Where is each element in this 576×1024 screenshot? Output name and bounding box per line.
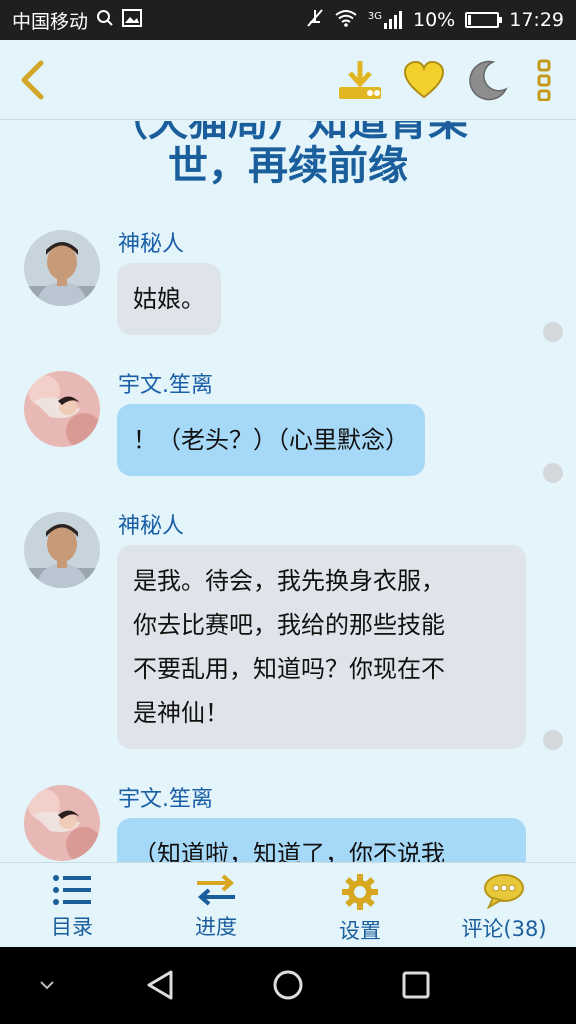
recents-nav-button[interactable] [396, 965, 436, 1005]
clock: 17:29 [509, 9, 564, 31]
mute-icon [306, 8, 324, 33]
system-navigation-bar [0, 947, 576, 1024]
sender-name: 神秘人 [118, 232, 185, 257]
nav-label: 设置 [339, 919, 381, 943]
collapse-button[interactable] [27, 965, 67, 1005]
message-bubble[interactable]: 是我。待会，我先换身衣服， 你去比赛吧，我给的那些技能 不要乱用，知道吗？你现在… [117, 545, 526, 749]
back-button[interactable] [8, 56, 56, 104]
sender-name: 宇文.笙离 [118, 787, 213, 812]
download-button[interactable] [336, 56, 384, 104]
nav-comments[interactable]: 评论(38) [432, 863, 576, 947]
nav-label: 进度 [195, 915, 237, 939]
search-status-icon [96, 9, 114, 32]
nav-label: 评论(38) [461, 917, 547, 941]
chapter-title-line2: 世，再续前缘 [168, 143, 408, 189]
nav-label: 目录 [51, 915, 93, 939]
circle-home-icon [273, 970, 303, 1000]
list-icon [53, 875, 91, 905]
night-mode-button[interactable] [464, 56, 512, 104]
network-type: 3G [367, 11, 382, 22]
more-button[interactable] [520, 56, 568, 104]
status-bar: 中国移动 3G 10% 17:29 [0, 0, 576, 40]
moon-icon [469, 60, 508, 101]
message-line: 不要乱用，知道吗？你现在不 [133, 655, 445, 683]
home-nav-button[interactable] [268, 965, 308, 1005]
sender-name: 宇文.笙离 [118, 373, 213, 398]
download-icon [339, 61, 381, 99]
back-icon [21, 60, 44, 100]
signal-icon: 3G [368, 11, 403, 29]
avatar[interactable] [24, 371, 100, 447]
reader-toolbar [0, 40, 576, 120]
message-dot[interactable] [543, 463, 563, 483]
chapter-title-line1: （天猫局）知道青果 [108, 121, 468, 145]
message-dot[interactable] [543, 322, 563, 342]
avatar[interactable] [24, 230, 100, 306]
avatar[interactable] [24, 785, 100, 861]
message-bubble[interactable]: 姑娘。 [117, 263, 221, 335]
back-nav-button[interactable] [140, 965, 180, 1005]
message-line: 你去比赛吧，我给的那些技能 [133, 611, 445, 639]
chat-icon [484, 874, 524, 909]
square-recents-icon [402, 971, 430, 999]
message-bubble[interactable]: ！（老头？）（心里默念） [117, 404, 425, 476]
battery-icon [465, 12, 503, 28]
arrows-icon [197, 874, 235, 906]
chat-content[interactable]: （天猫局）知道青果 世，再续前缘 神秘人 姑娘。 宇文.笙离 ！（老头？）（心里… [0, 121, 576, 862]
bottom-nav: 目录 进度 设置 评论(38) [0, 862, 576, 947]
gear-icon [342, 874, 378, 910]
chevron-down-icon [40, 981, 54, 990]
nav-catalog[interactable]: 目录 [0, 863, 144, 947]
message-line: 是神仙！ [133, 699, 229, 727]
avatar[interactable] [24, 512, 100, 588]
wifi-icon [334, 9, 358, 32]
message-bubble[interactable]: （知道啦，知道了，你不说我 [117, 818, 526, 862]
nav-settings[interactable]: 设置 [288, 863, 432, 947]
message-dot[interactable] [543, 730, 563, 750]
favorite-button[interactable] [400, 56, 448, 104]
sender-name: 神秘人 [118, 514, 185, 539]
battery-percent: 10% [413, 9, 456, 31]
message-line: 是我。待会，我先换身衣服， [133, 567, 445, 595]
image-status-icon [122, 8, 143, 32]
carrier-label: 中国移动 [12, 10, 89, 33]
heart-icon [403, 60, 445, 99]
triangle-back-icon [147, 970, 173, 1000]
nav-progress[interactable]: 进度 [144, 863, 288, 947]
more-icon [537, 59, 551, 101]
